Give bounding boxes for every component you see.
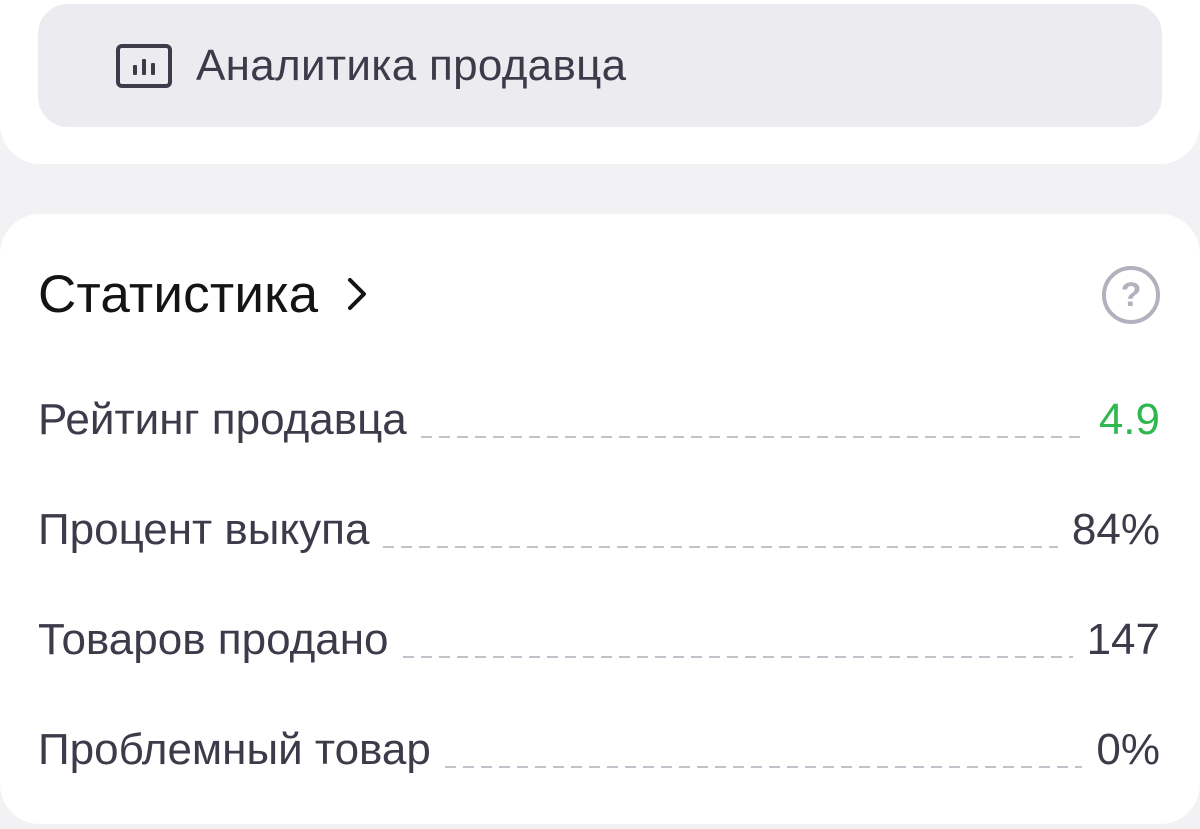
question-circle-icon[interactable]: ? [1102, 266, 1160, 324]
bar-chart-icon [116, 43, 172, 88]
stat-label: Рейтинг продавца [38, 395, 407, 444]
statistics-header-link[interactable]: Статистика [38, 262, 370, 326]
stat-value: 147 [1086, 615, 1160, 664]
stat-label: Товаров продано [38, 615, 389, 664]
chevron-right-icon [344, 274, 370, 314]
stat-row-buyout-percent: Процент выкупа 84% [38, 492, 1160, 552]
stat-row-rating: Рейтинг продавца 4.9 [38, 382, 1160, 442]
stat-row-items-sold: Товаров продано 147 [38, 602, 1160, 662]
stat-value: 84% [1071, 505, 1160, 554]
dotted-leader [402, 655, 1073, 658]
stat-row-problem-items: Проблемный товар 0% [38, 712, 1160, 772]
dotted-leader [444, 765, 1083, 768]
seller-analytics-button[interactable]: Аналитика продавца [38, 4, 1162, 127]
statistics-title: Статистика [38, 264, 319, 324]
stat-label: Процент выкупа [38, 505, 370, 554]
stat-label: Проблемный товар [38, 725, 431, 774]
dotted-leader [420, 435, 1085, 438]
seller-profile-page: Аналитика продавца Статистика ? Рейтинг … [0, 0, 1200, 829]
help-glyph: ? [1120, 275, 1142, 314]
seller-analytics-label: Аналитика продавца [196, 40, 627, 90]
stat-value: 4.9 [1098, 395, 1160, 444]
stat-value: 0% [1096, 725, 1160, 774]
dotted-leader [383, 545, 1058, 548]
